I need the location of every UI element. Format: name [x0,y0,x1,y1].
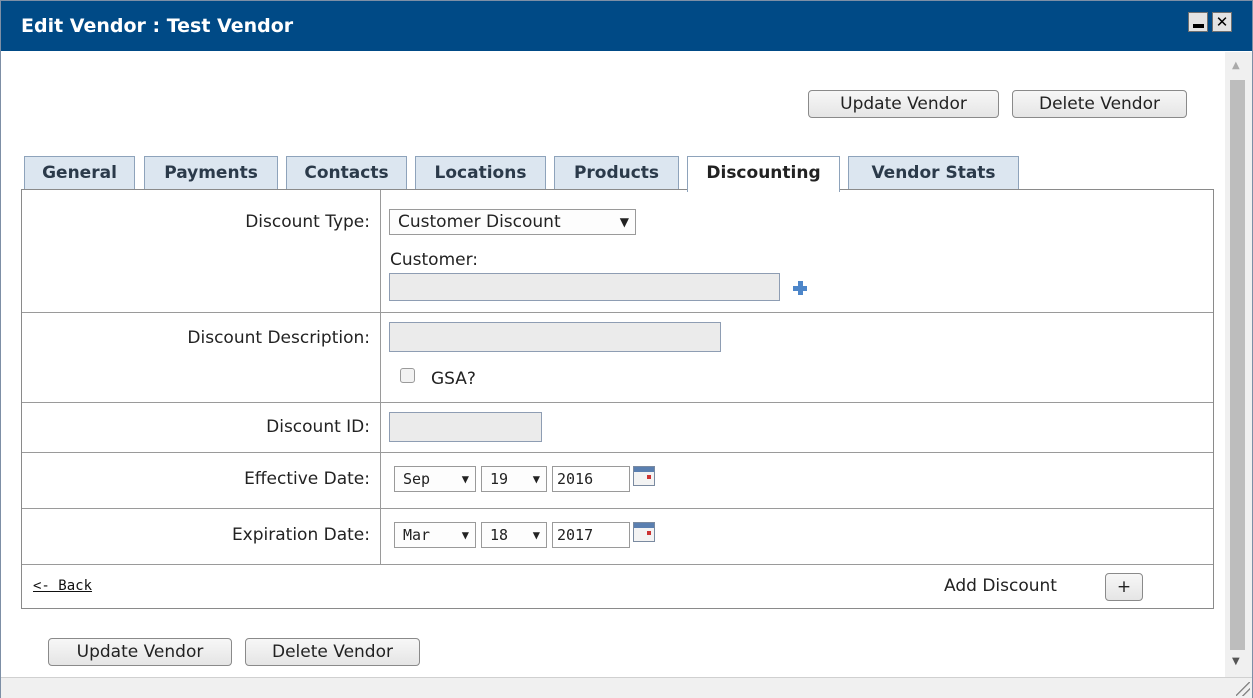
minimize-icon[interactable] [1188,12,1208,32]
discount-description-row: Discount Description: GSA? [22,312,1213,403]
chevron-down-icon: ▼ [619,215,629,229]
customer-field[interactable] [389,273,780,301]
discount-type-value: Customer Discount [398,212,561,232]
discount-type-row: Discount Type: Customer Discount ▼ Custo… [22,190,1213,313]
effective-date-row: Effective Date: Sep ▼ 19 ▼ 2016 [22,452,1213,509]
discount-type-select[interactable]: Customer Discount ▼ [389,209,636,235]
discount-description-label: Discount Description: [187,328,370,348]
effective-year-input[interactable]: 2016 [552,466,630,492]
tab-discounting[interactable]: Discounting [687,156,840,192]
effective-month-select[interactable]: Sep ▼ [394,466,476,492]
discount-id-label: Discount ID: [266,417,370,437]
expiration-month-select[interactable]: Mar ▼ [394,522,476,548]
gsa-label: GSA? [431,369,476,389]
scroll-down-icon[interactable]: ▼ [1232,656,1240,667]
calendar-icon[interactable] [633,466,655,486]
scrollbar-thumb[interactable] [1230,80,1245,650]
vertical-scrollbar[interactable]: ▲ ▼ [1225,52,1252,677]
add-discount-button[interactable]: + [1105,573,1143,601]
expiration-date-label: Expiration Date: [231,525,370,545]
status-bar [1,677,1252,698]
tab-contacts[interactable]: Contacts [286,156,407,190]
update-vendor-button-top[interactable]: Update Vendor [808,90,999,118]
chevron-down-icon: ▼ [532,528,540,542]
discount-type-label: Discount Type: [245,212,370,232]
delete-vendor-button-top[interactable]: Delete Vendor [1012,90,1187,118]
edit-vendor-window: Edit Vendor : Test Vendor ✕ Update Vendo… [0,0,1253,698]
window-title: Edit Vendor : Test Vendor [21,15,294,37]
customer-label: Customer: [390,250,479,270]
calendar-icon[interactable] [633,522,655,542]
effective-day-select[interactable]: 19 ▼ [481,466,547,492]
scroll-up-icon[interactable]: ▲ [1232,60,1240,71]
expiration-year-input[interactable]: 2017 [552,522,630,548]
add-discount-label: Add Discount [944,576,1057,596]
chevron-down-icon: ▼ [461,472,469,486]
discount-description-field[interactable] [389,322,721,352]
chevron-down-icon: ▼ [532,472,540,486]
title-bar: Edit Vendor : Test Vendor ✕ [1,1,1252,51]
expiration-day-value: 18 [490,526,509,544]
expiration-day-select[interactable]: 18 ▼ [481,522,547,548]
close-icon[interactable]: ✕ [1212,12,1232,32]
expiration-date-row: Expiration Date: Mar ▼ 18 ▼ 2017 [22,508,1213,565]
gsa-checkbox[interactable] [400,368,415,383]
effective-date-label: Effective Date: [244,469,370,489]
back-link[interactable]: <- Back [33,578,92,594]
tab-general[interactable]: General [24,156,135,190]
delete-vendor-button-bottom[interactable]: Delete Vendor [245,638,420,666]
discount-id-row: Discount ID: [22,402,1213,453]
tab-payments[interactable]: Payments [144,156,278,190]
tab-products[interactable]: Products [554,156,679,190]
tab-vendor-stats[interactable]: Vendor Stats [848,156,1019,190]
effective-month-value: Sep [403,470,431,488]
discounting-panel: Discount Type: Customer Discount ▼ Custo… [21,189,1214,609]
add-customer-icon[interactable] [793,281,807,295]
update-vendor-button-bottom[interactable]: Update Vendor [48,638,232,666]
chevron-down-icon: ▼ [461,528,469,542]
tab-locations[interactable]: Locations [415,156,546,190]
expiration-month-value: Mar [403,526,431,544]
discount-id-field[interactable] [389,412,542,442]
effective-day-value: 19 [490,470,509,488]
resize-grip-icon[interactable] [1236,682,1250,696]
